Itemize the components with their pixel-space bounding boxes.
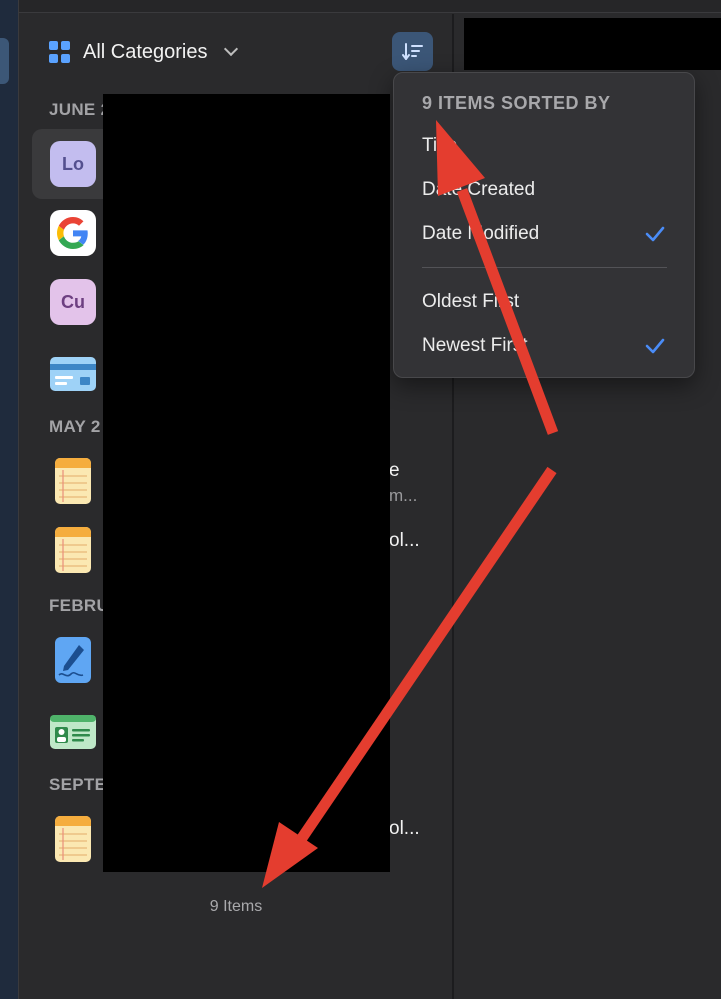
section-header-september: SEPTE <box>49 775 107 794</box>
note-icon[interactable] <box>50 527 96 573</box>
sort-option-date-created[interactable]: Date Created <box>422 179 535 201</box>
note-graphic <box>55 458 91 504</box>
sidebar-active-tab[interactable] <box>0 38 9 84</box>
category-label: All Categories <box>83 40 208 63</box>
sort-option-date-modified[interactable]: Date Modified <box>422 223 539 245</box>
cu-avatar-text: Cu <box>61 291 85 312</box>
sort-descending-icon <box>401 42 423 60</box>
sort-option-title[interactable]: Title <box>422 135 457 157</box>
lo-avatar-text: Lo <box>62 153 84 174</box>
menu-divider <box>422 267 667 268</box>
item-title-partial: ol... <box>389 530 420 551</box>
checkmark-icon <box>645 226 665 242</box>
google-logo <box>57 217 88 249</box>
section-header-february: FEBRU <box>49 596 110 615</box>
top-toolbar-strip <box>19 0 721 13</box>
order-option-oldest-first[interactable]: Oldest First <box>422 291 519 313</box>
order-option-newest-first[interactable]: Newest First <box>422 335 528 357</box>
section-header-may: MAY 2 <box>49 417 101 436</box>
checkmark-icon <box>645 338 665 354</box>
sort-button[interactable] <box>392 32 433 71</box>
categories-grid-icon <box>49 41 71 63</box>
credit-card-icon[interactable] <box>50 350 96 396</box>
sort-menu: 9 ITEMS SORTED BY Title Date Created Dat… <box>393 72 695 378</box>
category-selector[interactable]: All Categories <box>49 38 238 66</box>
app-sidebar <box>0 0 19 999</box>
item-title-partial: e <box>389 460 400 481</box>
signature-pen-icon[interactable] <box>50 637 96 683</box>
item-subtitle-partial: m... <box>389 486 418 505</box>
cu-avatar-icon[interactable]: Cu <box>50 279 96 325</box>
section-header-june: JUNE 2 <box>49 100 111 119</box>
chevron-down-icon <box>223 41 238 57</box>
redacted-item-titles <box>103 94 390 872</box>
id-card-graphic <box>50 715 96 749</box>
note-icon[interactable] <box>50 458 96 504</box>
signature-graphic <box>55 637 91 683</box>
id-card-icon[interactable] <box>50 708 96 754</box>
lo-avatar-icon[interactable]: Lo <box>50 141 96 187</box>
google-icon[interactable] <box>50 210 96 256</box>
items-count-label: 9 Items <box>209 898 263 915</box>
note-icon[interactable] <box>50 816 96 862</box>
credit-card-graphic <box>50 357 96 391</box>
detail-header-redacted <box>464 18 721 70</box>
note-graphic <box>55 816 91 862</box>
item-title-partial: ol... <box>389 818 420 839</box>
note-graphic <box>55 527 91 573</box>
sort-menu-title: 9 ITEMS SORTED BY <box>422 93 611 113</box>
